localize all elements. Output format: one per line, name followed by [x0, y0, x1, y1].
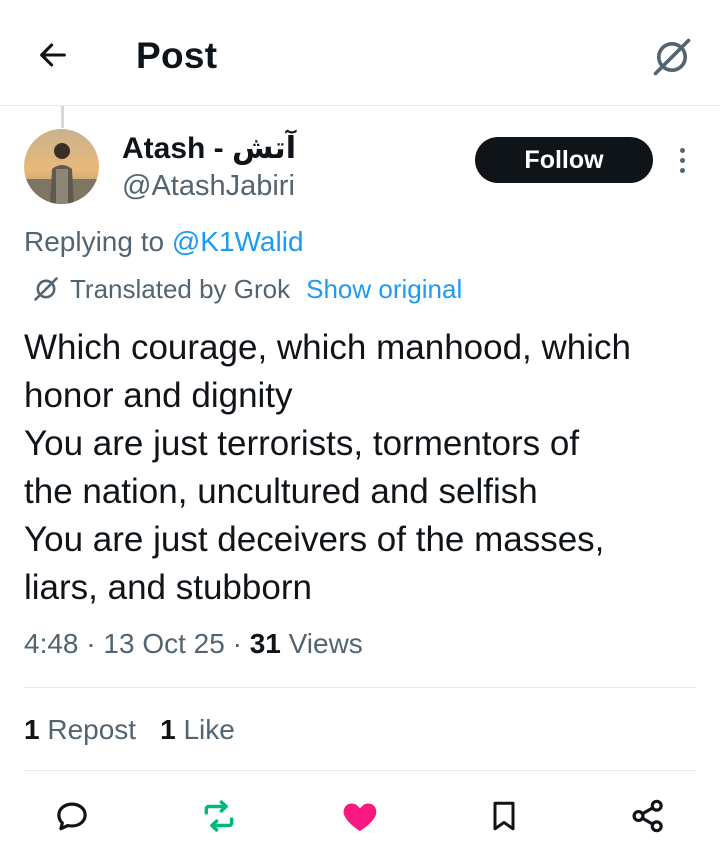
more-options-icon[interactable]: [668, 142, 696, 178]
meta-separator: ·: [86, 628, 96, 659]
post-text-line: You are just deceivers of the masses,: [24, 520, 605, 559]
meta-separator: ·: [232, 628, 242, 659]
post-text-line: You are just terrorists, tormentors of: [24, 424, 580, 463]
post-time: 4:48: [24, 628, 79, 659]
translation-bar: Translated by Grok Show original: [32, 272, 462, 306]
repost-icon: [204, 800, 234, 832]
likes-stat[interactable]: 1 Like: [160, 712, 235, 748]
likes-count: 1: [160, 714, 176, 745]
reposts-count: 1: [24, 714, 40, 745]
like-button[interactable]: [340, 796, 380, 836]
page-title: Post: [136, 35, 218, 76]
replying-to-label: Replying to: [24, 226, 165, 257]
grok-button[interactable]: [648, 34, 696, 80]
author-name[interactable]: Atash - آتش: [122, 130, 296, 168]
heart-icon: [343, 803, 377, 831]
reposts-label: Repost: [47, 714, 137, 745]
thread-connector-line: [61, 106, 64, 128]
reply-button[interactable]: [52, 796, 92, 836]
back-button[interactable]: [30, 32, 76, 78]
reply-target-link[interactable]: @K1Walid: [172, 226, 304, 257]
top-bar: Post: [0, 0, 720, 106]
engagement-stats: 1 Repost 1 Like: [24, 712, 259, 748]
follow-button[interactable]: Follow: [475, 137, 653, 183]
reply-icon: [57, 802, 87, 831]
show-original-link[interactable]: Show original: [306, 274, 462, 305]
post-date: 13 Oct 25: [103, 628, 225, 659]
more-dot: [679, 157, 685, 163]
divider: [24, 687, 697, 688]
more-dot: [679, 167, 685, 173]
likes-label: Like: [183, 714, 235, 745]
reposts-stat[interactable]: 1 Repost: [24, 712, 136, 748]
post-text-line: honor and dignity: [24, 376, 293, 415]
grok-icon: [32, 274, 62, 304]
bookmark-button[interactable]: [484, 796, 524, 836]
post-text-line: the nation, uncultured and selfish: [24, 472, 538, 511]
more-dot: [679, 147, 685, 153]
post-meta: 4:48 · 13 Oct 25 · 31 Views: [24, 626, 363, 662]
post-text-line: liars, and stubborn: [24, 568, 312, 607]
bookmark-icon: [493, 801, 515, 831]
divider: [24, 770, 697, 771]
share-button[interactable]: [628, 796, 668, 836]
post-text-line: Which courage, which manhood, which: [24, 328, 631, 367]
avatar-photo: [24, 129, 99, 204]
replying-to: Replying to @K1Walid: [24, 225, 304, 259]
repost-button[interactable]: [199, 796, 239, 836]
share-icon: [632, 799, 663, 833]
arrow-left-icon: [40, 43, 66, 67]
author-handle[interactable]: @AtashJabiri: [122, 168, 295, 204]
views-label: Views: [288, 628, 363, 659]
views-count[interactable]: 31: [250, 628, 281, 659]
post-text: Which courage, which manhood, which hono…: [24, 324, 704, 612]
avatar[interactable]: [24, 129, 99, 204]
grok-icon: [653, 38, 691, 76]
translated-label: Translated by Grok: [70, 273, 291, 304]
